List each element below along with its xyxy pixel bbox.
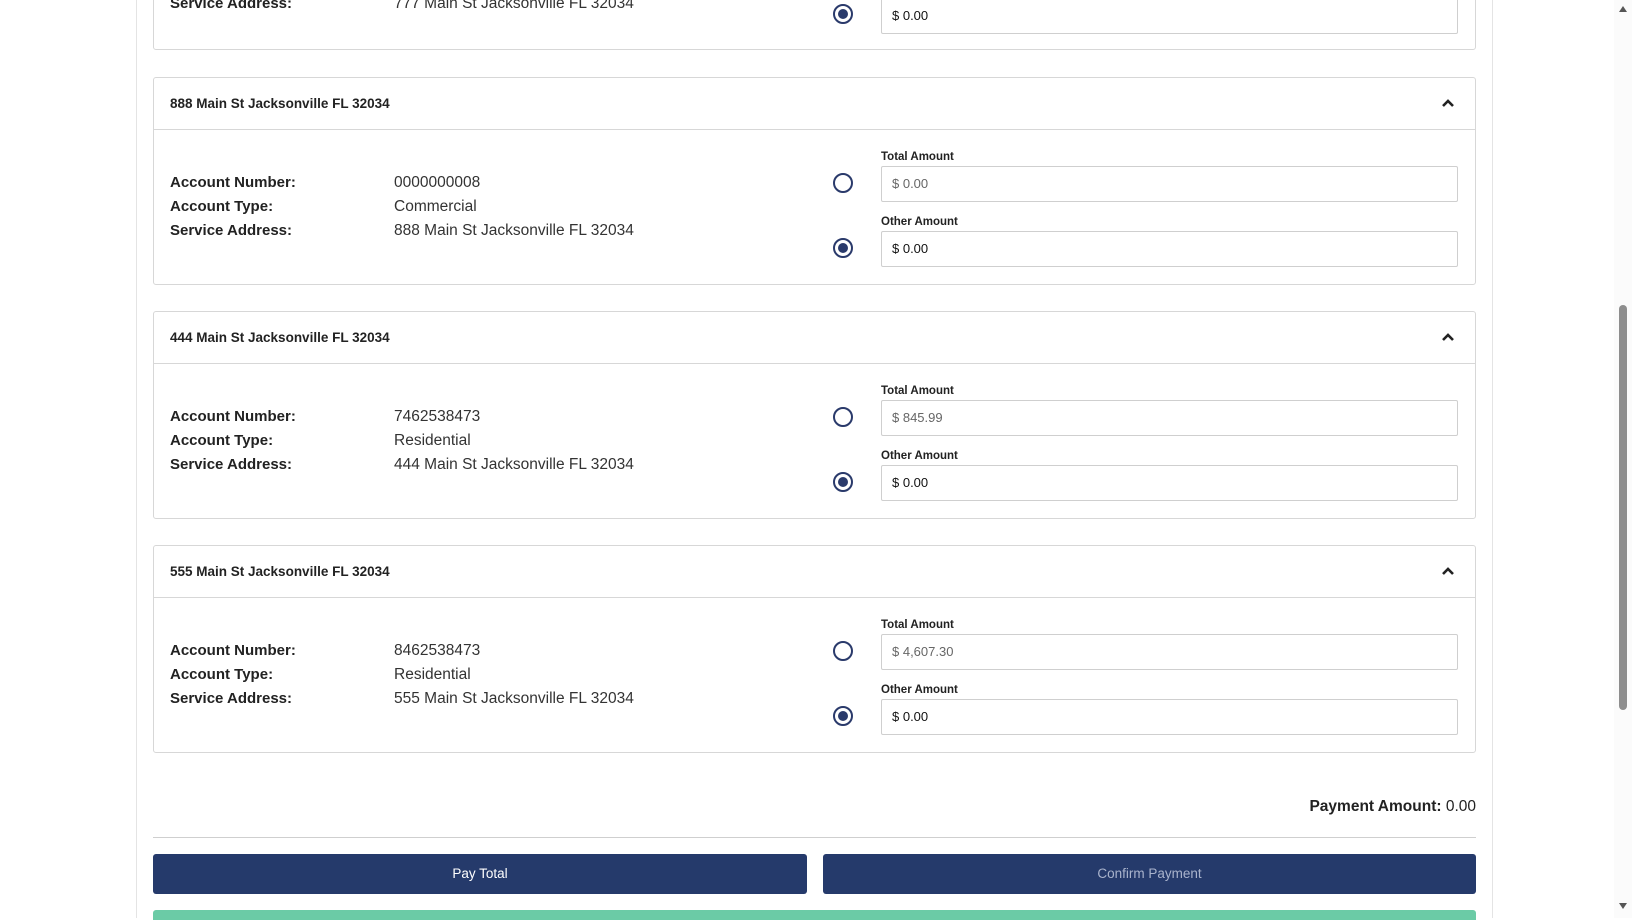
account-type-value: Commercial [394, 198, 477, 215]
service-address-value: 444 Main St Jacksonville FL 32034 [394, 456, 634, 473]
account-number-value: 8462538473 [394, 642, 481, 659]
confirm-payment-button[interactable]: Confirm Payment [823, 854, 1476, 894]
chevron-up-icon[interactable] [1441, 566, 1455, 576]
account-card-title: 444 Main St Jacksonville FL 32034 [170, 330, 390, 345]
payment-amount-value: 0.00 [1445, 798, 1476, 815]
total-amount-label: Total Amount [881, 619, 954, 631]
total-amount-radio[interactable] [833, 173, 853, 193]
divider [153, 837, 1476, 838]
scrollbar-thumb[interactable] [1619, 305, 1627, 710]
account-card-header[interactable]: 444 Main St Jacksonville FL 32034 [154, 312, 1475, 364]
service-address-label: Service Address: [170, 690, 293, 707]
other-amount-input[interactable]: $ 0.00 [881, 465, 1458, 501]
total-amount-input[interactable]: $ 4,607.30 [881, 634, 1458, 670]
service-address-label: Service Address: [170, 222, 293, 239]
total-amount-radio[interactable] [833, 407, 853, 427]
service-address-value: 777 Main St Jacksonville FL 32034 [394, 0, 634, 12]
account-number-label: Account Number: [170, 174, 296, 191]
account-type-label: Account Type: [170, 432, 274, 449]
other-amount-radio[interactable] [833, 706, 853, 726]
other-amount-input[interactable]: $ 0.00 [881, 699, 1458, 735]
chevron-up-icon[interactable] [1441, 332, 1455, 342]
account-type-value: Residential [394, 666, 471, 683]
total-amount-label: Total Amount [881, 385, 954, 397]
service-address-label: Service Address: [170, 0, 293, 12]
account-type-value: Residential [394, 432, 471, 449]
pay-total-button[interactable]: Pay Total [153, 854, 807, 894]
other-amount-input[interactable]: $ 0.00 [881, 231, 1458, 267]
account-card-header[interactable]: 555 Main St Jacksonville FL 32034 [154, 546, 1475, 598]
total-amount-input[interactable]: $ 0.00 [881, 166, 1458, 202]
other-amount-label: Other Amount [881, 450, 958, 462]
account-card: 444 Main St Jacksonville FL 32034 Accoun… [153, 311, 1476, 519]
other-amount-radio[interactable] [833, 238, 853, 258]
account-number-label: Account Number: [170, 642, 296, 659]
account-card: 888 Main St Jacksonville FL 32034 Accoun… [153, 77, 1476, 285]
payment-amount-summary: Payment Amount: 0.00 [1309, 798, 1476, 816]
total-amount-radio[interactable] [833, 641, 853, 661]
service-address-value: 555 Main St Jacksonville FL 32034 [394, 690, 634, 707]
account-card-header[interactable]: 888 Main St Jacksonville FL 32034 [154, 78, 1475, 130]
payment-amount-label: Payment Amount: [1309, 798, 1442, 815]
scrollbar[interactable] [1614, 0, 1632, 918]
account-number-value: 7462538473 [394, 408, 481, 425]
other-amount-label: Other Amount [881, 216, 958, 228]
other-amount-radio[interactable] [833, 4, 853, 24]
account-type-label: Account Type: [170, 198, 274, 215]
other-amount-label: Other Amount [881, 684, 958, 696]
other-amount-radio[interactable] [833, 472, 853, 492]
service-address-label: Service Address: [170, 456, 293, 473]
account-card-title: 555 Main St Jacksonville FL 32034 [170, 564, 390, 579]
total-amount-input[interactable]: $ 845.99 [881, 400, 1458, 436]
status-bar [153, 910, 1476, 920]
scroll-down-icon[interactable] [1619, 903, 1627, 909]
account-number-label: Account Number: [170, 408, 296, 425]
account-type-label: Account Type: [170, 666, 274, 683]
scroll-up-icon[interactable] [1619, 6, 1627, 12]
account-card: 555 Main St Jacksonville FL 32034 Accoun… [153, 545, 1476, 753]
service-address-value: 888 Main St Jacksonville FL 32034 [394, 222, 634, 239]
account-card-partial: Service Address: 777 Main St Jacksonvill… [153, 0, 1476, 50]
total-amount-label: Total Amount [881, 151, 954, 163]
account-number-value: 0000000008 [394, 174, 481, 191]
chevron-up-icon[interactable] [1441, 98, 1455, 108]
other-amount-input[interactable]: $ 0.00 [881, 0, 1458, 34]
account-card-title: 888 Main St Jacksonville FL 32034 [170, 96, 390, 111]
